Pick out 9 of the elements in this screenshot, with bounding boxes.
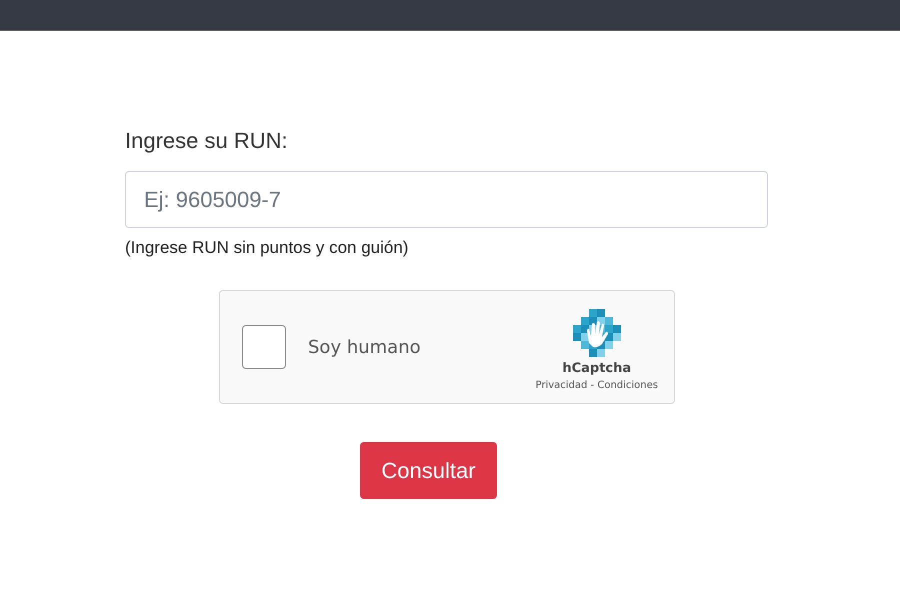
consultar-button[interactable]: Consultar bbox=[360, 442, 497, 499]
run-input-field[interactable]: Ej: 9605009-7 bbox=[125, 171, 768, 228]
privacy-terms-links[interactable]: Privacidad - Condiciones bbox=[535, 380, 658, 391]
hint-text: (Ingrese RUN sin puntos y con guión) bbox=[125, 237, 410, 259]
hand-logo-icon bbox=[572, 309, 622, 357]
field-label: Ingrese su RUN: bbox=[125, 127, 289, 155]
captcha-brand: hCaptcha bbox=[562, 361, 632, 376]
captcha-label: Soy humano bbox=[308, 336, 421, 358]
captcha-checkbox[interactable] bbox=[242, 325, 286, 369]
